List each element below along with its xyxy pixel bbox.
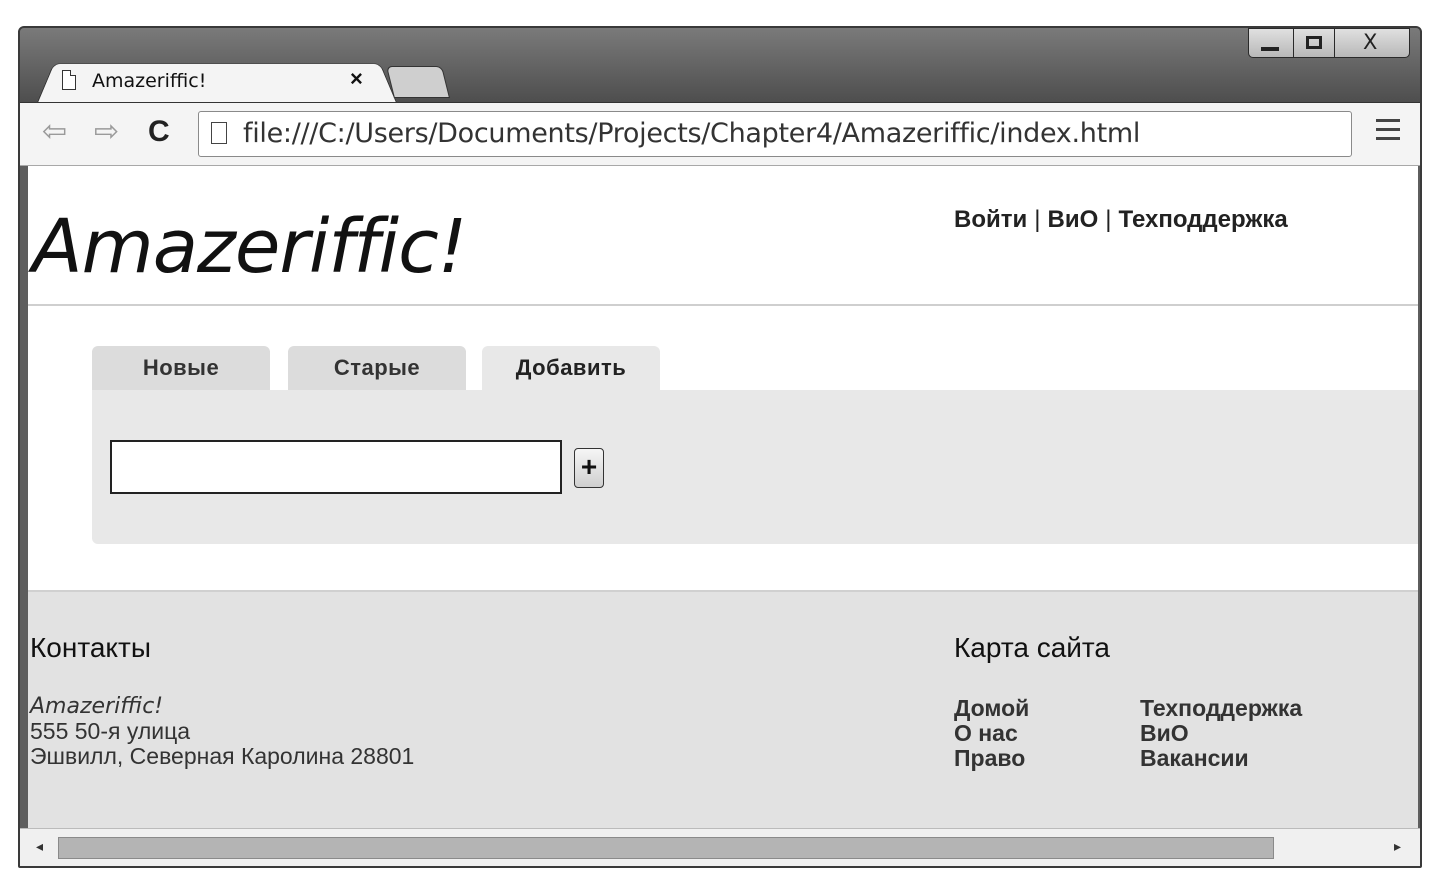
- maximize-icon: [1306, 36, 1322, 49]
- header-divider: [28, 304, 1418, 306]
- nav-separator: |: [1034, 206, 1041, 233]
- horizontal-scrollbar[interactable]: ◂ ▸: [20, 828, 1420, 866]
- url-text[interactable]: file:///C:/Users/Documents/Projects/Chap…: [243, 118, 1140, 149]
- reload-icon[interactable]: C: [148, 117, 170, 147]
- sitemap-column: Домой О нас Право: [954, 696, 1029, 771]
- scroll-right-icon[interactable]: ▸: [1394, 838, 1401, 855]
- menu-icon[interactable]: [1376, 119, 1400, 146]
- address-line: Эшвилл, Северная Каролина 28801: [30, 743, 415, 769]
- forward-icon[interactable]: ⇨: [94, 117, 119, 147]
- scroll-left-icon[interactable]: ◂: [36, 838, 43, 855]
- browser-window: Amazeriffic! × X ⇦ ⇨ C file:///C:/Users/…: [18, 26, 1422, 868]
- sitemap-link-legal[interactable]: Право: [954, 746, 1029, 771]
- tab-add[interactable]: Добавить: [482, 346, 660, 390]
- minimize-button[interactable]: [1248, 28, 1294, 58]
- sitemap-link-support[interactable]: Техподдержка: [1140, 696, 1302, 721]
- page-icon: [211, 122, 227, 144]
- tab-new[interactable]: Новые: [92, 346, 270, 390]
- footer: Контакты Amazeriffic! 555 50-я улица Эшв…: [28, 590, 1418, 828]
- header-nav: Войти | ВиО | Техподдержка: [954, 206, 1288, 234]
- back-icon[interactable]: ⇦: [42, 117, 67, 147]
- address-line: 555 50-я улица: [30, 718, 191, 744]
- page-viewport: Amazeriffic! Войти | ВиО | Техподдержка Новы…: [28, 166, 1418, 828]
- contacts-heading: Контакты: [30, 632, 151, 663]
- footer-brand: Amazeriffic!: [30, 694, 164, 719]
- sitemap-column: Техподдержка ВиО Вакансии: [1140, 696, 1302, 771]
- nav-support-link[interactable]: Техподдержка: [1119, 206, 1288, 233]
- add-todo-input[interactable]: [110, 440, 562, 494]
- sitemap-link-faq[interactable]: ВиО: [1140, 721, 1302, 746]
- tab-old[interactable]: Старые: [288, 346, 466, 390]
- browser-tab-content[interactable]: Amazeriffic! ×: [58, 64, 398, 100]
- tab-panel-add: +: [92, 390, 1418, 544]
- scrollbar-thumb[interactable]: [58, 837, 1274, 859]
- maximize-button[interactable]: [1293, 28, 1335, 58]
- sitemap-link-home[interactable]: Домой: [954, 696, 1029, 721]
- sitemap-heading: Карта сайта: [954, 632, 1110, 663]
- tab-close-icon[interactable]: ×: [350, 66, 363, 92]
- address-bar[interactable]: file:///C:/Users/Documents/Projects/Chap…: [198, 111, 1352, 157]
- nav-login-link[interactable]: Войти: [954, 206, 1027, 233]
- nav-faq-link[interactable]: ВиО: [1048, 206, 1099, 233]
- new-tab-button[interactable]: [386, 66, 450, 98]
- page-icon: [62, 70, 76, 90]
- sitemap-link-about[interactable]: О нас: [954, 721, 1029, 746]
- close-icon: X: [1363, 30, 1378, 54]
- site-logo: Amazeriffic!: [32, 204, 467, 290]
- add-button[interactable]: +: [574, 448, 604, 488]
- sitemap-link-jobs[interactable]: Вакансии: [1140, 746, 1302, 771]
- tab-title: Amazeriffic!: [92, 70, 207, 92]
- browser-toolbar: ⇦ ⇨ C file:///C:/Users/Documents/Project…: [20, 102, 1420, 166]
- title-bar: Amazeriffic! × X: [20, 28, 1420, 105]
- nav-separator: |: [1105, 206, 1112, 233]
- close-window-button[interactable]: X: [1334, 28, 1410, 58]
- minimize-icon: [1261, 47, 1279, 51]
- contact-address: Amazeriffic! 555 50-я улица Эшвилл, Севе…: [30, 694, 414, 769]
